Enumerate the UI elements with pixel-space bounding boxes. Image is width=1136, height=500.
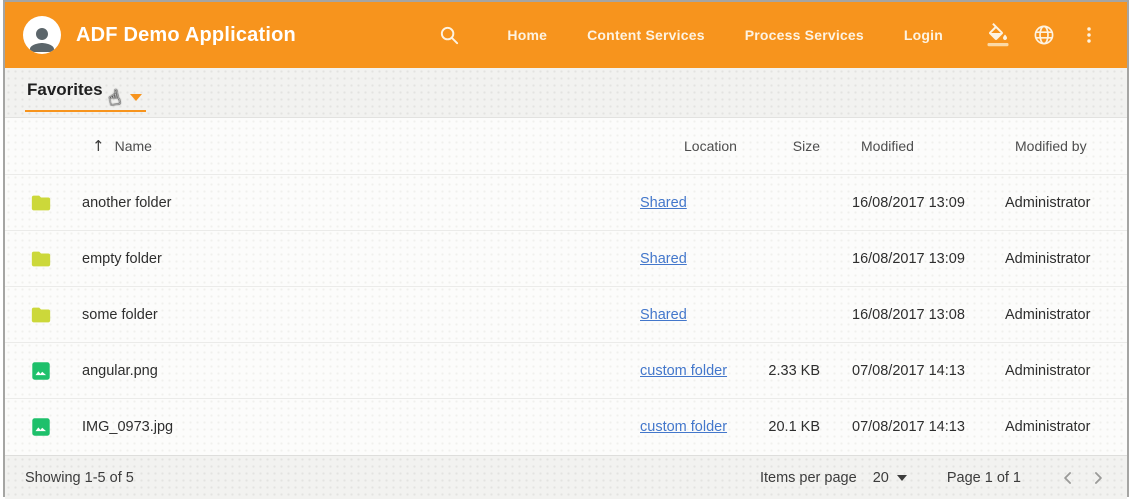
pagination-controls: Items per page 20 Page 1 of 1	[760, 463, 1113, 493]
row-name: empty folder	[82, 251, 640, 267]
page-indicator: Page 1 of 1	[947, 470, 1021, 486]
row-size: 2.33 KB	[760, 363, 820, 379]
row-location-cell: Shared	[640, 307, 760, 323]
person-icon	[24, 22, 60, 54]
items-per-page-value: 20	[873, 470, 889, 486]
active-view-underline	[25, 110, 146, 112]
row-modified: 16/08/2017 13:09	[820, 251, 997, 267]
column-header-modified[interactable]: Modified	[820, 138, 997, 154]
row-modified-by: Administrator	[997, 419, 1127, 435]
row-location-cell: Shared	[640, 195, 760, 211]
sort-ascending-icon: ↑	[92, 137, 105, 155]
column-header-size[interactable]: Size	[760, 138, 820, 154]
column-header-modified-by[interactable]: Modified by	[997, 138, 1127, 154]
theme-color-fill-icon[interactable]	[975, 23, 1021, 47]
column-header-location[interactable]: Location	[640, 138, 760, 154]
user-avatar[interactable]	[23, 16, 61, 54]
column-header-name[interactable]: ↑ Name	[5, 137, 640, 155]
folder-icon	[30, 192, 52, 214]
table-row[interactable]: some folder Shared 16/08/2017 13:08 Admi…	[5, 287, 1127, 343]
table-row[interactable]: empty folder Shared 16/08/2017 13:09 Adm…	[5, 231, 1127, 287]
row-name: angular.png	[82, 363, 640, 379]
row-modified: 16/08/2017 13:09	[820, 195, 997, 211]
showing-range-label: Showing 1-5 of 5	[25, 470, 134, 486]
app-window: ADF Demo Application Home Content Servic…	[3, 0, 1129, 497]
table-row[interactable]: angular.png custom folder 2.33 KB 07/08/…	[5, 343, 1127, 399]
app-header: ADF Demo Application Home Content Servic…	[5, 2, 1127, 68]
header-icon-group	[975, 23, 1111, 47]
row-modified-by: Administrator	[997, 307, 1127, 323]
search-icon[interactable]	[438, 24, 461, 47]
more-vert-icon[interactable]	[1067, 24, 1111, 46]
table-row[interactable]: another folder Shared 16/08/2017 13:09 A…	[5, 175, 1127, 231]
view-toolbar: Favorites ☝	[5, 68, 1127, 118]
column-header-name-label: Name	[115, 138, 152, 154]
document-list: ↑ Name Location Size Modified Modified b…	[5, 118, 1127, 455]
items-per-page-label: Items per page	[760, 470, 857, 486]
row-modified: 07/08/2017 14:13	[820, 419, 997, 435]
row-name: some folder	[82, 307, 640, 323]
folder-icon	[30, 304, 52, 326]
row-modified-by: Administrator	[997, 195, 1127, 211]
table-row[interactable]: IMG_0973.jpg custom folder 20.1 KB 07/08…	[5, 399, 1127, 455]
row-icon-cell	[5, 248, 82, 270]
table-body: another folder Shared 16/08/2017 13:09 A…	[5, 175, 1127, 455]
row-icon-cell	[5, 360, 82, 382]
image-icon	[30, 360, 52, 382]
app-title: ADF Demo Application	[76, 24, 296, 47]
main-nav: Home Content Services Process Services L…	[487, 27, 963, 43]
row-modified-by: Administrator	[997, 363, 1127, 379]
row-modified: 07/08/2017 14:13	[820, 363, 997, 379]
language-globe-icon[interactable]	[1021, 23, 1067, 47]
pagination-bar: Showing 1-5 of 5 Items per page 20 Page …	[5, 455, 1127, 499]
folder-icon	[30, 248, 52, 270]
row-location-cell: Shared	[640, 251, 760, 267]
table-header-row: ↑ Name Location Size Modified Modified b…	[5, 118, 1127, 175]
row-name: IMG_0973.jpg	[82, 419, 640, 435]
row-size: 20.1 KB	[760, 419, 820, 435]
previous-page-button[interactable]	[1053, 463, 1083, 493]
row-modified: 16/08/2017 13:08	[820, 307, 997, 323]
row-name: another folder	[82, 195, 640, 211]
cursor-hand-icon: ☝	[106, 87, 123, 110]
row-icon-cell	[5, 416, 82, 438]
location-link[interactable]: Shared	[640, 251, 687, 267]
row-location-cell: custom folder	[640, 363, 760, 379]
row-icon-cell	[5, 192, 82, 214]
nav-item-process-services[interactable]: Process Services	[725, 27, 884, 43]
chevron-down-icon[interactable]	[130, 94, 142, 101]
view-selector[interactable]: Favorites	[27, 80, 103, 100]
location-link[interactable]: custom folder	[640, 419, 727, 435]
image-icon	[30, 416, 52, 438]
items-per-page-select[interactable]: 20	[873, 470, 907, 486]
header-right: Home Content Services Process Services L…	[438, 23, 1111, 47]
location-link[interactable]: custom folder	[640, 363, 727, 379]
chevron-down-icon	[897, 475, 907, 481]
row-location-cell: custom folder	[640, 419, 760, 435]
location-link[interactable]: Shared	[640, 307, 687, 323]
row-icon-cell	[5, 304, 82, 326]
row-modified-by: Administrator	[997, 251, 1127, 267]
next-page-button[interactable]	[1083, 463, 1113, 493]
location-link[interactable]: Shared	[640, 195, 687, 211]
nav-item-home[interactable]: Home	[487, 27, 567, 43]
nav-item-login[interactable]: Login	[884, 27, 963, 43]
nav-item-content-services[interactable]: Content Services	[567, 27, 725, 43]
